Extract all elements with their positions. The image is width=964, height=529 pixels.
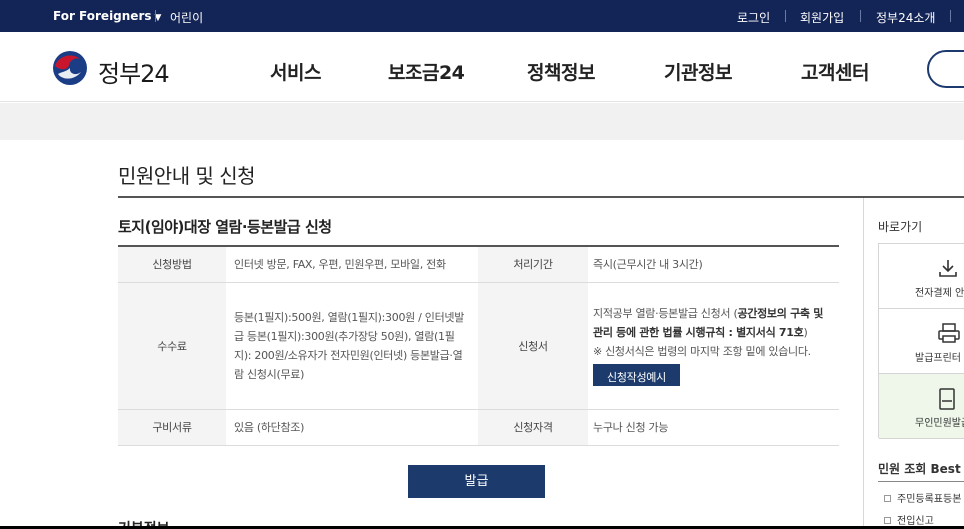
divider	[155, 10, 156, 22]
form-example-button[interactable]: 신청작성예시	[593, 364, 680, 386]
fee-label: 수수료	[118, 282, 226, 410]
printer-shortcut[interactable]: 발급프린터 안	[879, 309, 964, 374]
nav-services[interactable]: 서비스	[270, 58, 321, 85]
kids-link[interactable]: 어린이	[170, 9, 203, 26]
taegeuk-logo-icon[interactable]	[52, 50, 88, 86]
issue-button[interactable]: 발급	[408, 465, 545, 498]
nav-subsidy[interactable]: 보조금24	[388, 58, 465, 85]
list-bullet	[884, 495, 891, 502]
main-header: 정부24 서비스 보조금24 정책정보 기관정보 고객센터	[0, 32, 964, 102]
section-title: 토지(임야)대장 열람·등본발급 신청	[118, 218, 332, 236]
search-input[interactable]	[927, 50, 964, 88]
shortcuts-panel: 전자결제 안 발급프린터 안 무인민원발급	[878, 243, 964, 439]
breadcrumb-band	[0, 103, 964, 140]
form-cell: 지적공부 열람·등본발급 신청서 (공간정보의 구축 및 관리 등에 관한 법률…	[588, 282, 839, 410]
nav-agency[interactable]: 기관정보	[664, 58, 732, 85]
qualification-label: 신청자격	[478, 409, 588, 446]
fee-value: 등본(1필지):500원, 열람(1필지):300원 / 인터넷발급 등본(1필…	[226, 282, 478, 410]
table-row: 신청방법 인터넷 방문, FAX, 우편, 민원우편, 모바일, 전화 처리기간…	[118, 245, 839, 283]
nav-support[interactable]: 고객센터	[801, 58, 869, 85]
method-value: 인터넷 방문, FAX, 우편, 민원우편, 모바일, 전화	[226, 245, 478, 283]
divider	[860, 10, 861, 22]
page-title: 민원안내 및 신청	[118, 164, 256, 188]
best-item-resident-registration[interactable]: 주민등록표등본	[884, 490, 961, 505]
period-label: 처리기간	[478, 245, 588, 283]
form-description: 지적공부 열람·등본발급 신청서 (공간정보의 구축 및 관리 등에 관한 법률…	[593, 307, 824, 339]
sidebar-divider	[863, 198, 864, 526]
divider	[118, 196, 964, 198]
service-info-table: 신청방법 인터넷 방문, FAX, 우편, 민원우편, 모바일, 전화 처리기간…	[118, 245, 839, 446]
login-link[interactable]: 로그인	[737, 9, 770, 26]
period-value: 즉시(근무시간 내 3시간)	[588, 245, 839, 283]
list-bullet	[884, 517, 891, 524]
table-row: 수수료 등본(1필지):500원, 열람(1필지):300원 / 인터넷발급 등…	[118, 282, 839, 410]
for-foreigners-link[interactable]: For Foreigners ▼	[53, 9, 161, 23]
docs-value: 있음 (하단참조)	[226, 409, 478, 446]
method-label: 신청방법	[118, 245, 226, 283]
best-title: 민원 조회 Best	[878, 462, 961, 476]
best-item-move-in[interactable]: 전입신고	[884, 512, 934, 526]
kiosk-shortcut[interactable]: 무인민원발급	[879, 374, 964, 439]
nav-policy[interactable]: 정책정보	[527, 58, 595, 85]
download-icon	[939, 260, 957, 277]
divider	[785, 10, 786, 22]
qualification-value: 누구나 신청 가능	[588, 409, 839, 446]
top-utility-bar: For Foreigners ▼ 어린이 로그인 회원가입 정부24소개	[0, 0, 964, 32]
signup-link[interactable]: 회원가입	[800, 9, 844, 26]
form-label: 신청서	[478, 282, 588, 410]
logo-text[interactable]: 정부24	[98, 54, 170, 89]
form-note: ※ 신청서식은 법령의 마지막 조항 밑에 있습니다.	[593, 345, 811, 358]
printer-icon	[938, 323, 960, 343]
kiosk-icon	[939, 388, 955, 410]
basic-info-heading: 기본정보	[118, 521, 170, 529]
shortcuts-title: 바로가기	[878, 220, 923, 234]
page: For Foreigners ▼ 어린이 로그인 회원가입 정부24소개 정부24…	[0, 0, 964, 529]
table-row: 구비서류 있음 (하단참조) 신청자격 누구나 신청 가능	[118, 409, 839, 446]
about-link[interactable]: 정부24소개	[876, 9, 935, 26]
docs-label: 구비서류	[118, 409, 226, 446]
divider	[878, 481, 964, 482]
divider	[950, 10, 951, 22]
e-payment-shortcut[interactable]: 전자결제 안	[879, 244, 964, 309]
